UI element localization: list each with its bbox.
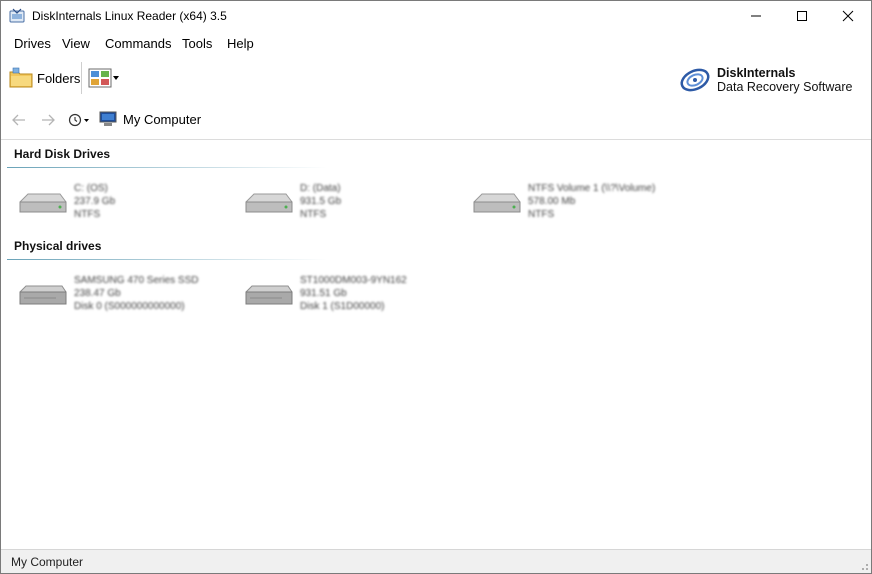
breadcrumb[interactable]: My Computer (99, 111, 201, 127)
app-icon (9, 8, 25, 23)
drive-details: D: (Data) 931.5 Gb NTFS (300, 182, 341, 221)
brand-tagline: Data Recovery Software (717, 80, 853, 94)
title-bar[interactable]: DiskInternals Linux Reader (x64) 3.5 (1, 1, 871, 31)
menu-drives[interactable]: Drives (14, 36, 51, 51)
hard-drive-icon (19, 193, 67, 213)
menu-commands[interactable]: Commands (105, 36, 171, 51)
physical-disk-icon (245, 285, 293, 305)
drive-name: D: (Data) (300, 183, 341, 194)
drive-fs: NTFS (74, 209, 101, 220)
chevron-down-icon (113, 76, 119, 80)
menu-tools[interactable]: Tools (182, 36, 212, 51)
content-divider (1, 139, 871, 140)
drive-item[interactable]: D: (Data) 931.5 Gb NTFS (242, 182, 462, 226)
folders-button[interactable]: Folders (7, 63, 82, 93)
hard-drive-icon (473, 193, 521, 213)
drive-name: SAMSUNG 470 Series SSD (74, 275, 199, 286)
maximize-button[interactable] (779, 1, 825, 31)
maximize-icon (797, 11, 807, 21)
physical-disk-icon (19, 285, 67, 305)
history-icon (68, 113, 89, 127)
drive-disk: Disk 1 (S1D00000) (300, 301, 385, 312)
close-icon (842, 10, 854, 22)
menu-help[interactable]: Help (227, 36, 254, 51)
arrow-left-icon (12, 114, 25, 126)
drive-size: 578.00 Mb (528, 196, 576, 207)
forward-button[interactable] (39, 111, 57, 129)
toolbar-separator (81, 62, 82, 94)
drive-fs: NTFS (300, 209, 327, 220)
section-title-physical-drives: Physical drives (14, 239, 102, 253)
drive-disk: Disk 0 (S000000000000) (74, 301, 185, 312)
menu-bar: Drives View Commands Tools Help (1, 33, 871, 55)
drive-details: C: (OS) 237.9 Gb NTFS (74, 182, 115, 221)
minimize-icon (751, 15, 761, 17)
close-button[interactable] (825, 1, 871, 31)
brand-name: DiskInternals (717, 66, 796, 80)
drive-item[interactable]: C: (OS) 237.9 Gb NTFS (16, 182, 236, 226)
section-title-hard-disk-drives: Hard Disk Drives (14, 147, 111, 161)
drive-size: 237.9 Gb (74, 196, 116, 207)
drive-size: 238.47 Gb (74, 288, 121, 299)
diskinternals-logo-icon (680, 68, 710, 92)
view-mode-button[interactable] (88, 66, 122, 90)
app-window: DiskInternals Linux Reader (x64) 3.5 Dri… (0, 0, 872, 574)
section-divider (7, 259, 327, 260)
drive-details: NTFS Volume 1 (\\?\Volume) 578.00 Mb NTF… (528, 182, 655, 221)
window-title: DiskInternals Linux Reader (x64) 3.5 (32, 9, 227, 23)
breadcrumb-location: My Computer (123, 111, 202, 127)
section-divider (7, 167, 327, 168)
minimize-button[interactable] (733, 1, 779, 31)
resize-grip-icon[interactable] (857, 559, 869, 571)
large-icons-view-icon (88, 68, 112, 88)
brand-logo[interactable]: DiskInternals Data Recovery Software (679, 64, 852, 96)
drive-name: C: (OS) (74, 183, 108, 194)
drive-item[interactable]: ST1000DM003-9YN162 931.51 Gb Disk 1 (S1D… (242, 274, 462, 318)
folders-label: Folders (37, 70, 81, 86)
drive-details: ST1000DM003-9YN162 931.51 Gb Disk 1 (S1D… (300, 274, 407, 313)
drive-name: ST1000DM003-9YN162 (300, 275, 407, 286)
status-text: My Computer (11, 555, 84, 569)
arrow-right-icon (42, 114, 55, 126)
back-button[interactable] (10, 111, 28, 129)
my-computer-icon (99, 111, 117, 126)
history-button[interactable] (67, 111, 91, 129)
toolbar: Folders DiskInternals Data Recovery Soft… (1, 57, 871, 99)
hard-drive-icon (245, 193, 293, 213)
menu-view[interactable]: View (62, 36, 90, 51)
address-bar: My Computer (1, 107, 871, 133)
brand-text: DiskInternals Data Recovery Software (717, 66, 852, 94)
drive-size: 931.51 Gb (300, 288, 347, 299)
status-bar: My Computer (1, 549, 871, 573)
drive-item[interactable]: NTFS Volume 1 (\\?\Volume) 578.00 Mb NTF… (470, 182, 710, 226)
drive-details: SAMSUNG 470 Series SSD 238.47 Gb Disk 0 … (74, 274, 199, 313)
drive-name: NTFS Volume 1 (\\?\Volume) (528, 183, 656, 194)
drive-item[interactable]: SAMSUNG 470 Series SSD 238.47 Gb Disk 0 … (16, 274, 236, 318)
drive-fs: NTFS (528, 209, 555, 220)
folders-icon (9, 67, 33, 88)
drive-size: 931.5 Gb (300, 196, 342, 207)
